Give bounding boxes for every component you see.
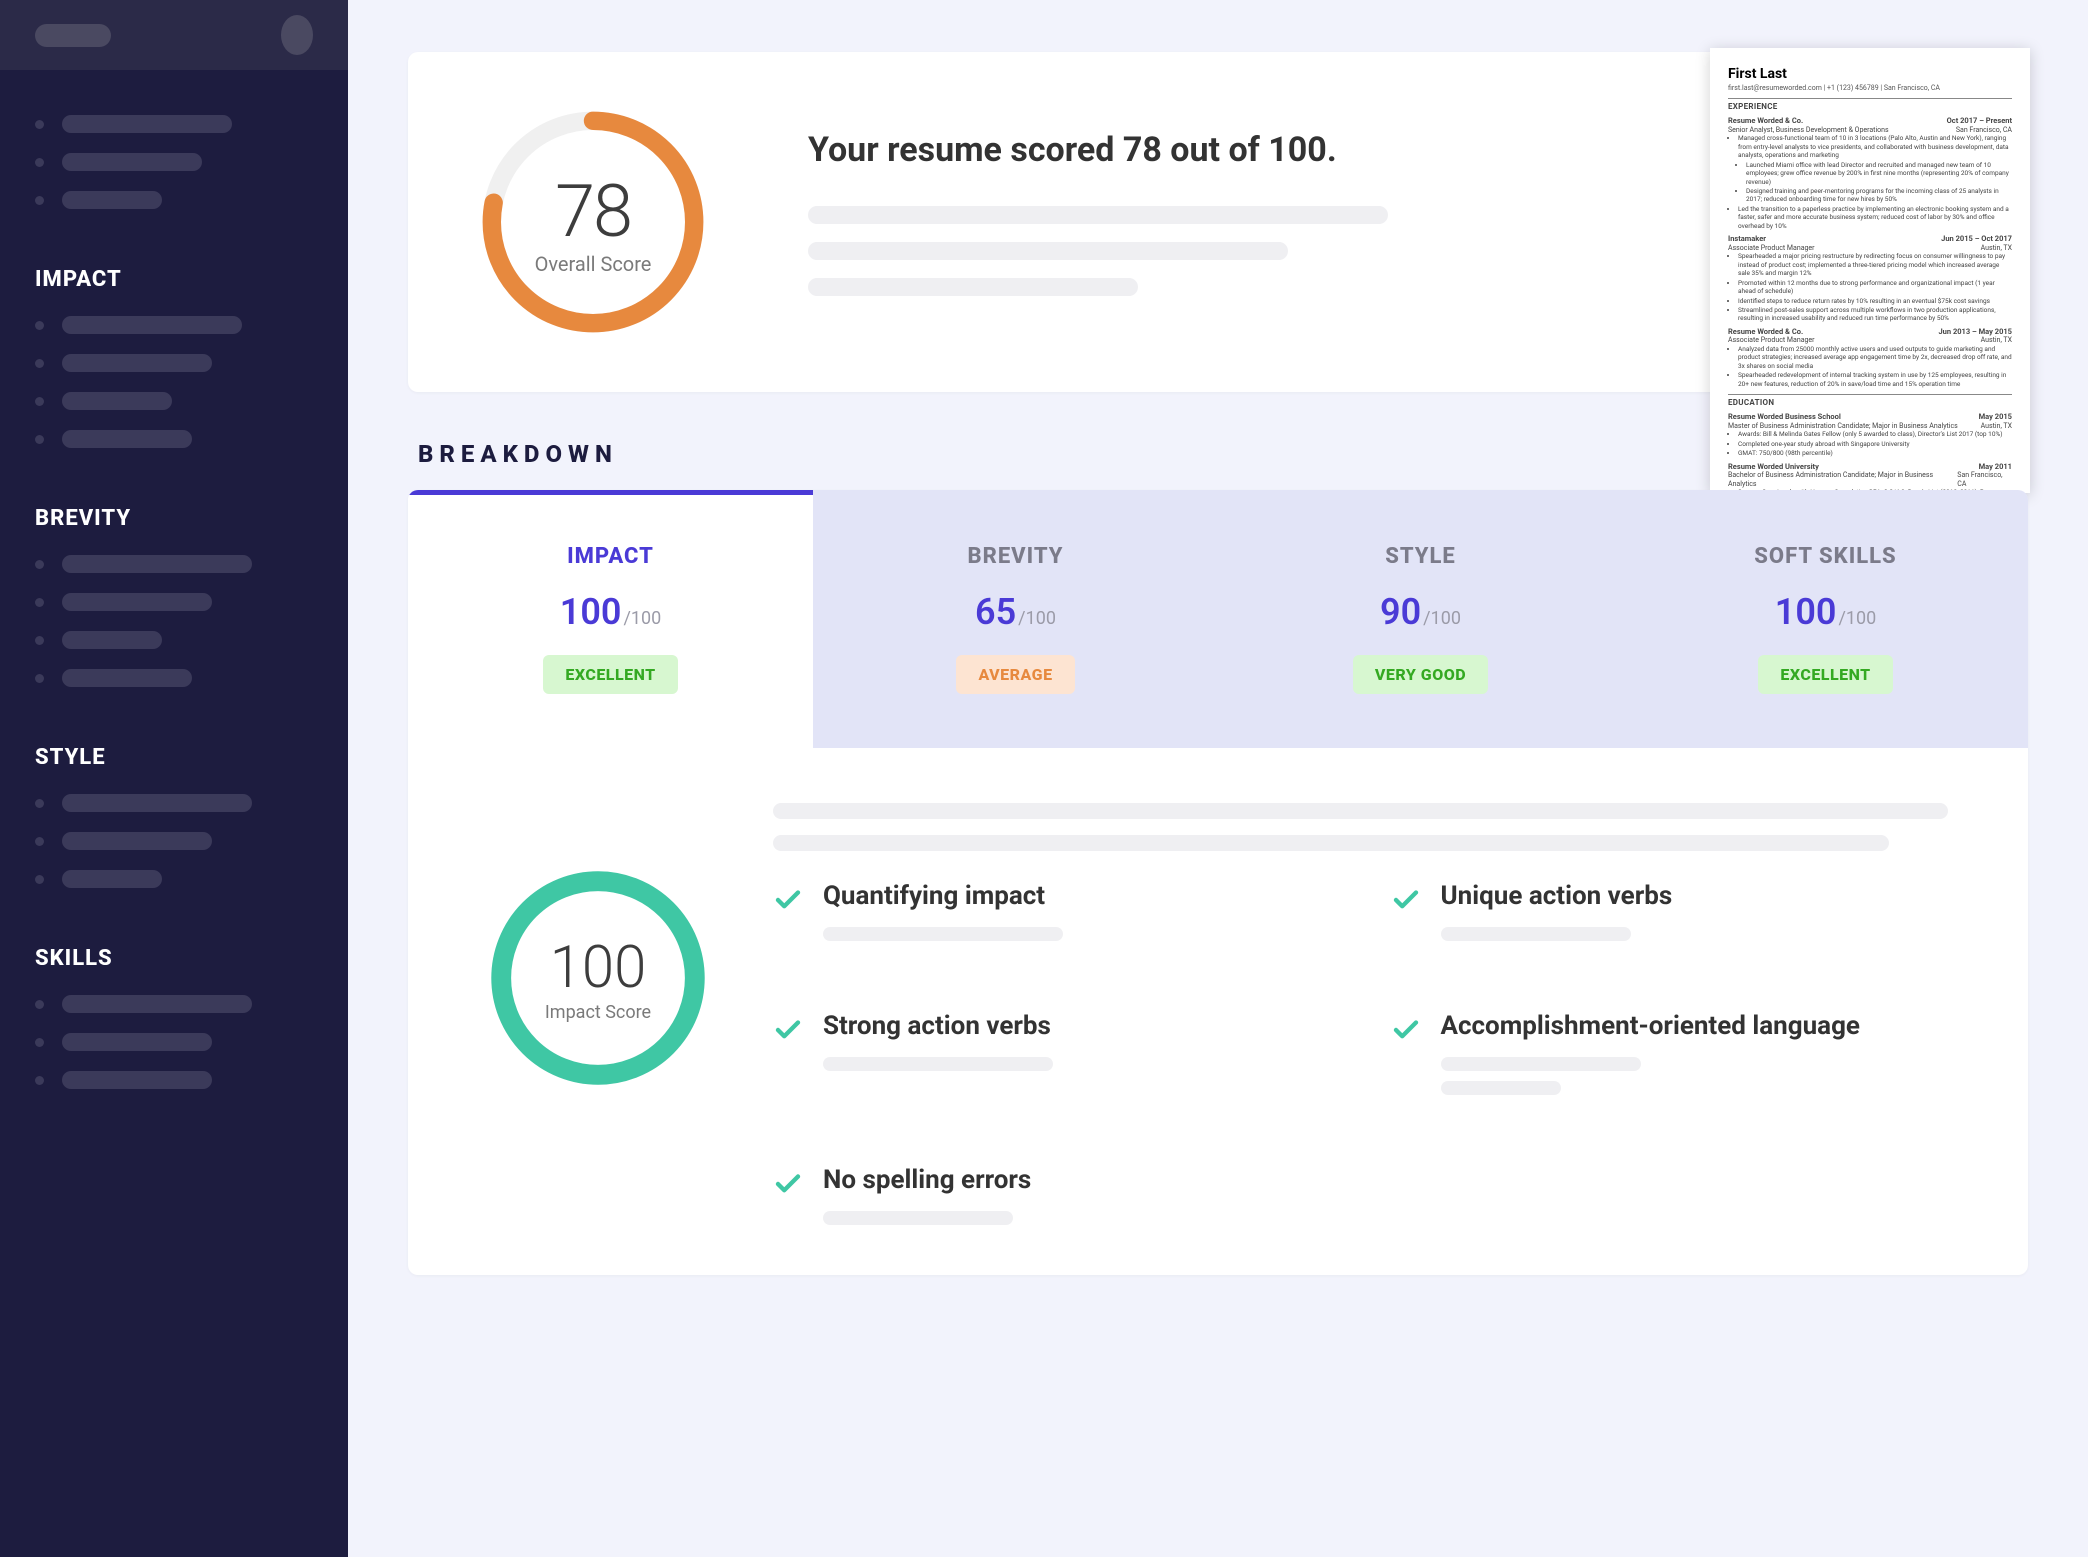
check-title: Unique action verbs xyxy=(1441,881,1949,911)
impact-detail: 100 Impact Score Quantifying impact Uniqu… xyxy=(408,748,2028,1275)
nav-item[interactable] xyxy=(35,354,313,372)
check-icon xyxy=(773,1015,803,1049)
nav-heading-skills: SKILLS xyxy=(35,946,313,971)
placeholder-line xyxy=(1441,1057,1641,1071)
nav-item[interactable] xyxy=(35,555,313,573)
logo-placeholder xyxy=(35,24,111,47)
nav-item[interactable] xyxy=(35,593,313,611)
impact-score-value: 100 xyxy=(550,934,647,1002)
check-icon xyxy=(773,885,803,919)
nav-item[interactable] xyxy=(35,115,313,133)
nav-item[interactable] xyxy=(35,153,313,171)
nav-item[interactable] xyxy=(35,631,313,649)
nav-item[interactable] xyxy=(35,430,313,448)
nav-section-style: STYLE xyxy=(35,745,313,888)
tab-badge: VERY GOOD xyxy=(1353,655,1488,694)
check-item[interactable]: Quantifying impact xyxy=(773,881,1331,951)
nav-heading-brevity: BREVITY xyxy=(35,506,313,531)
tab-label: IMPACT xyxy=(567,544,654,569)
placeholder-line xyxy=(823,927,1063,941)
sidebar-header xyxy=(0,0,348,70)
placeholder-line xyxy=(773,803,1948,819)
placeholder-line xyxy=(773,835,1889,851)
breakdown-card: IMPACT 100/100 EXCELLENT BREVITY 65/100 AVERA… xyxy=(408,490,2028,1275)
impact-score-ring: 100 Impact Score xyxy=(488,868,708,1088)
nav-item[interactable] xyxy=(35,870,313,888)
nav-heading-style: STYLE xyxy=(35,745,313,770)
nav-section-skills: SKILLS xyxy=(35,946,313,1089)
nav-section-top xyxy=(35,115,313,209)
resume-contact: first.last@resumeworded.com | +1 (123) 4… xyxy=(1728,84,2012,93)
sidebar-body: IMPACT BREVITY STYLE SKILLS xyxy=(0,70,348,1147)
nav-item[interactable] xyxy=(35,1033,313,1051)
breakdown-tabs: IMPACT 100/100 EXCELLENT BREVITY 65/100 AVERA… xyxy=(408,490,2028,748)
tab-badge: EXCELLENT xyxy=(1758,655,1892,694)
check-icon xyxy=(1391,885,1421,919)
check-title: No spelling errors xyxy=(823,1165,1331,1195)
check-item[interactable]: No spelling errors xyxy=(773,1165,1331,1235)
nav-item[interactable] xyxy=(35,191,313,209)
nav-item[interactable] xyxy=(35,1071,313,1089)
main-content: 78 Overall Score Your resume scored 78 o… xyxy=(348,0,2088,1557)
nav-heading-impact: IMPACT xyxy=(35,267,313,292)
tab-score: 65/100 xyxy=(975,591,1056,633)
tab-brevity[interactable]: BREVITY 65/100 AVERAGE xyxy=(813,490,1218,748)
check-item[interactable]: Strong action verbs xyxy=(773,1011,1331,1105)
nav-item[interactable] xyxy=(35,995,313,1013)
tab-score: 100/100 xyxy=(560,591,661,633)
placeholder-line xyxy=(823,1057,1053,1071)
tab-badge: EXCELLENT xyxy=(543,655,677,694)
overall-score-ring: 78 Overall Score xyxy=(478,107,708,337)
check-item[interactable]: Accomplishment-oriented language xyxy=(1391,1011,1949,1105)
impact-detail-body: Quantifying impact Unique action verbs Str… xyxy=(773,803,1948,1235)
tab-impact[interactable]: IMPACT 100/100 EXCELLENT xyxy=(408,490,813,748)
avatar[interactable] xyxy=(281,15,313,55)
nav-item[interactable] xyxy=(35,794,313,812)
placeholder-line xyxy=(1441,1081,1561,1095)
sidebar: IMPACT BREVITY STYLE SKILLS xyxy=(0,0,348,1557)
nav-item[interactable] xyxy=(35,392,313,410)
impact-checks: Quantifying impact Unique action verbs Str… xyxy=(773,881,1948,1235)
impact-score-label: Impact Score xyxy=(545,1002,651,1023)
tab-score: 90/100 xyxy=(1380,591,1461,633)
placeholder-line xyxy=(823,1211,1013,1225)
placeholder-line xyxy=(808,206,1388,224)
resume-name: First Last xyxy=(1728,66,2012,84)
nav-section-brevity: BREVITY xyxy=(35,506,313,687)
check-title: Quantifying impact xyxy=(823,881,1331,911)
nav-item[interactable] xyxy=(35,832,313,850)
check-item[interactable]: Unique action verbs xyxy=(1391,881,1949,951)
check-title: Strong action verbs xyxy=(823,1011,1331,1041)
tab-soft-skills[interactable]: SOFT SKILLS 100/100 EXCELLENT xyxy=(1623,490,2028,748)
placeholder-line xyxy=(808,242,1288,260)
tab-label: STYLE xyxy=(1385,544,1456,569)
tab-label: BREVITY xyxy=(967,544,1063,569)
tab-label: SOFT SKILLS xyxy=(1754,544,1896,569)
overall-score-value: 78 xyxy=(555,169,631,254)
nav-item[interactable] xyxy=(35,316,313,334)
nav-item[interactable] xyxy=(35,669,313,687)
overall-score-label: Overall Score xyxy=(535,252,652,276)
nav-section-impact: IMPACT xyxy=(35,267,313,448)
check-title: Accomplishment-oriented language xyxy=(1441,1011,1949,1041)
check-icon xyxy=(1391,1015,1421,1049)
resume-preview-thumbnail[interactable]: First Last first.last@resumeworded.com |… xyxy=(1710,48,2030,493)
check-icon xyxy=(773,1169,803,1203)
placeholder-line xyxy=(1441,927,1631,941)
tab-score: 100/100 xyxy=(1775,591,1876,633)
tab-style[interactable]: STYLE 90/100 VERY GOOD xyxy=(1218,490,1623,748)
placeholder-line xyxy=(808,278,1138,296)
tab-badge: AVERAGE xyxy=(956,655,1074,694)
